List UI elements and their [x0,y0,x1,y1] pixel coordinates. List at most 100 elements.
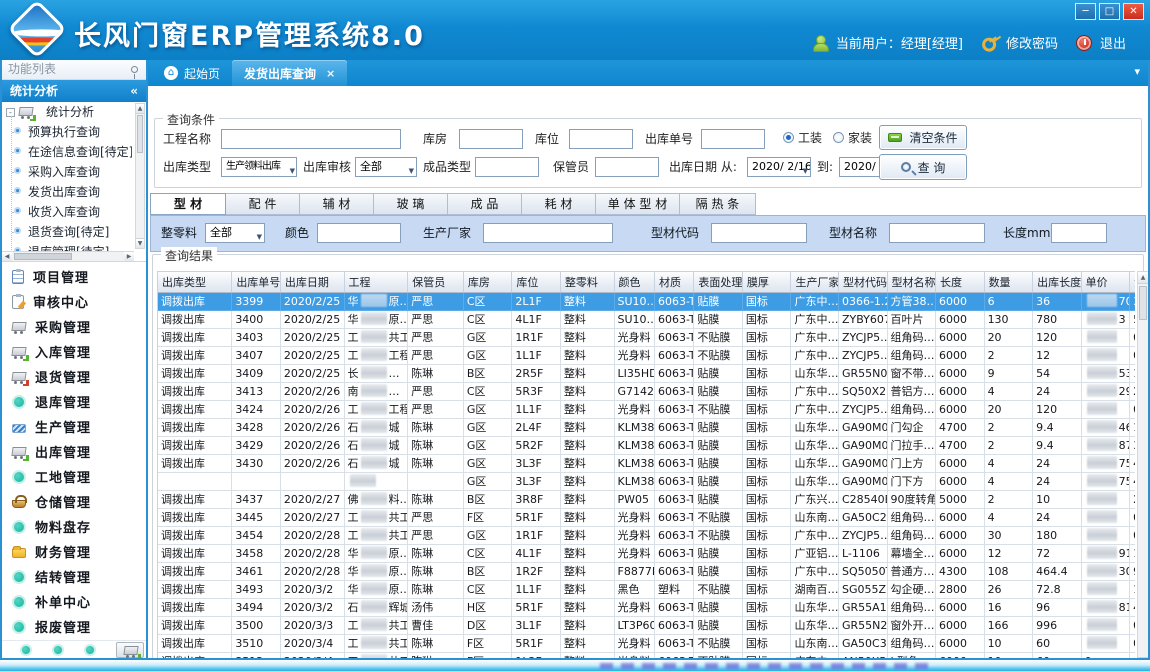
grid-cell[interactable]: 调拨出库 [158,634,232,652]
grid-column-header[interactable]: 出库类型 [158,272,232,292]
module-dot-icon[interactable] [20,644,32,656]
maker-input[interactable] [483,223,613,243]
grid-cell[interactable]: 华原… [344,292,408,310]
grid-cell[interactable]: 2020/2/26 [280,400,344,418]
grid-column-header[interactable]: 表面处理 [694,272,743,292]
grid-cell[interactable]: 3429 [232,436,281,454]
grid-cell[interactable]: 广东中… [791,346,839,364]
grid-cell[interactable]: 勾企硬… [887,580,936,598]
grid-cell[interactable]: 3461 [232,562,281,580]
grid-cell[interactable]: 陈琳 [408,454,464,472]
grid-cell[interactable]: 广东中… [791,526,839,544]
grid-cell[interactable]: 3L3F [512,454,561,472]
grid-cell[interactable]: 6063-T5 [654,634,693,652]
grid-cell[interactable]: 整料 [560,616,614,634]
grid-cell[interactable]: 6063-T5 [654,526,693,544]
grid-cell[interactable]: 708 [1081,292,1130,310]
grid-cell[interactable]: 6000 [936,472,985,490]
grid-cell[interactable]: 工共工程 [344,508,408,526]
grid-cell[interactable]: 工工程 [344,346,408,364]
grid-cell[interactable]: 广东中… [791,382,839,400]
grid-cell[interactable]: 6000 [936,328,985,346]
grid-cell[interactable]: SG055Z [838,580,887,598]
grid-cell[interactable]: B区 [463,490,512,508]
grid-column-header[interactable]: 金额 [1130,272,1135,292]
grid-cell[interactable]: 4700 [936,436,985,454]
grid-cell[interactable]: 3454 [232,526,281,544]
grid-cell[interactable]: 广东中… [791,400,839,418]
grid-cell[interactable]: 贴膜 [694,364,743,382]
grid-cell[interactable]: 广东中… [791,328,839,346]
grid-cell[interactable]: 不贴膜 [694,328,743,346]
material-tab[interactable]: 隔 热 条 [680,193,756,215]
grid-cell[interactable]: SQ5050T20 [838,562,887,580]
grid-cell[interactable]: F区 [463,508,512,526]
grid-cell[interactable]: GR55N26 [838,616,887,634]
grid-cell[interactable]: 国标 [742,634,791,652]
scroll-right-icon[interactable]: ▶ [124,252,134,261]
grid-cell[interactable]: 3409 [232,364,281,382]
grid-cell[interactable]: 6063-T5 [654,544,693,562]
grid-cell[interactable]: 2020/3/3 [280,616,344,634]
grid-cell[interactable]: 2 [984,346,1033,364]
grid-cell[interactable]: 72.8 [1033,580,1082,598]
grid-cell[interactable]: 6000 [936,382,985,400]
grid-cell[interactable]: 5R1F [512,508,561,526]
grid-cell[interactable]: 216 [1130,490,1135,508]
grid-cell[interactable]: 780 [1033,310,1082,328]
grid-cell[interactable]: 1R1F [512,526,561,544]
grid-cell[interactable]: 组角码… [887,328,936,346]
grid-cell[interactable]: 6000 [936,544,985,562]
grid-cell[interactable]: 10 [1033,490,1082,508]
sidebar-module-item[interactable]: 工地管理 [2,464,146,489]
grid-cell[interactable]: 长… [344,364,408,382]
grid-cell[interactable]: 调拨出库 [158,616,232,634]
grid-cell[interactable]: 组角码… [887,526,936,544]
grid-cell[interactable]: 24 [1033,508,1082,526]
radio-gongzhuang[interactable]: 工装 [783,129,822,146]
grid-cell[interactable]: GA50C37 [838,634,887,652]
module-dot-icon[interactable] [84,644,96,656]
grid-cell[interactable]: 3428 [232,418,281,436]
grid-cell[interactable]: 6063-T5 [654,472,693,490]
grid-cell[interactable]: ZYCJP5… [838,526,887,544]
date-from-select[interactable]: 2020/ 2/16 [747,157,811,177]
grid-cell[interactable]: 整料 [560,634,614,652]
grid-cell[interactable]: 严思 [408,400,464,418]
grid-cell[interactable]: 普通方… [887,562,936,580]
location-input[interactable] [569,129,633,149]
grid-cell[interactable]: 4300 [936,562,985,580]
grid-cell[interactable]: 188 [1130,418,1135,436]
grid-cell[interactable]: 6 [984,292,1033,310]
grid-cell[interactable]: 0 [1130,508,1135,526]
grid-cell[interactable]: 工共工程 [344,634,408,652]
grid-cell[interactable]: 调拨出库 [158,598,232,616]
grid-cell[interactable]: 5R3F [512,382,561,400]
grid-cell[interactable]: 6063-T5 [654,292,693,310]
grid-cell[interactable]: 组角码… [887,346,936,364]
grid-cell[interactable]: 996 [1033,616,1082,634]
grid-cell[interactable]: 6063-T5 [654,418,693,436]
grid-cell[interactable]: G区 [463,454,512,472]
grid-cell[interactable]: 国标 [742,418,791,436]
grid-cell[interactable]: 调拨出库 [158,418,232,436]
grid-cell[interactable]: 0 [1130,346,1135,364]
grid-cell[interactable]: 塑料 [654,580,693,598]
grid-cell[interactable]: 3510 [232,634,281,652]
audit-select[interactable]: 全部 [355,157,417,177]
grid-cell[interactable]: H区 [463,598,512,616]
grid-cell[interactable]: ZYCJP5… [838,400,887,418]
grid-cell[interactable]: 贴膜 [694,292,743,310]
grid-cell[interactable]: 国标 [742,310,791,328]
grid-cell[interactable]: ZYBY607 [838,310,887,328]
grid-cell[interactable]: 调拨出库 [158,544,232,562]
grid-cell[interactable]: 调拨出库 [158,364,232,382]
grid-cell[interactable]: 山东华… [791,418,839,436]
grid-cell[interactable]: 6063-T5 [654,490,693,508]
grid-cell[interactable]: 4L1F [512,310,561,328]
grid-cell[interactable]: 10 [984,634,1033,652]
grid-cell[interactable]: 国标 [742,490,791,508]
grid-cell[interactable]: 3399 [232,292,281,310]
grid-column-header[interactable]: 长度 [936,272,985,292]
grid-cell[interactable]: C区 [463,382,512,400]
